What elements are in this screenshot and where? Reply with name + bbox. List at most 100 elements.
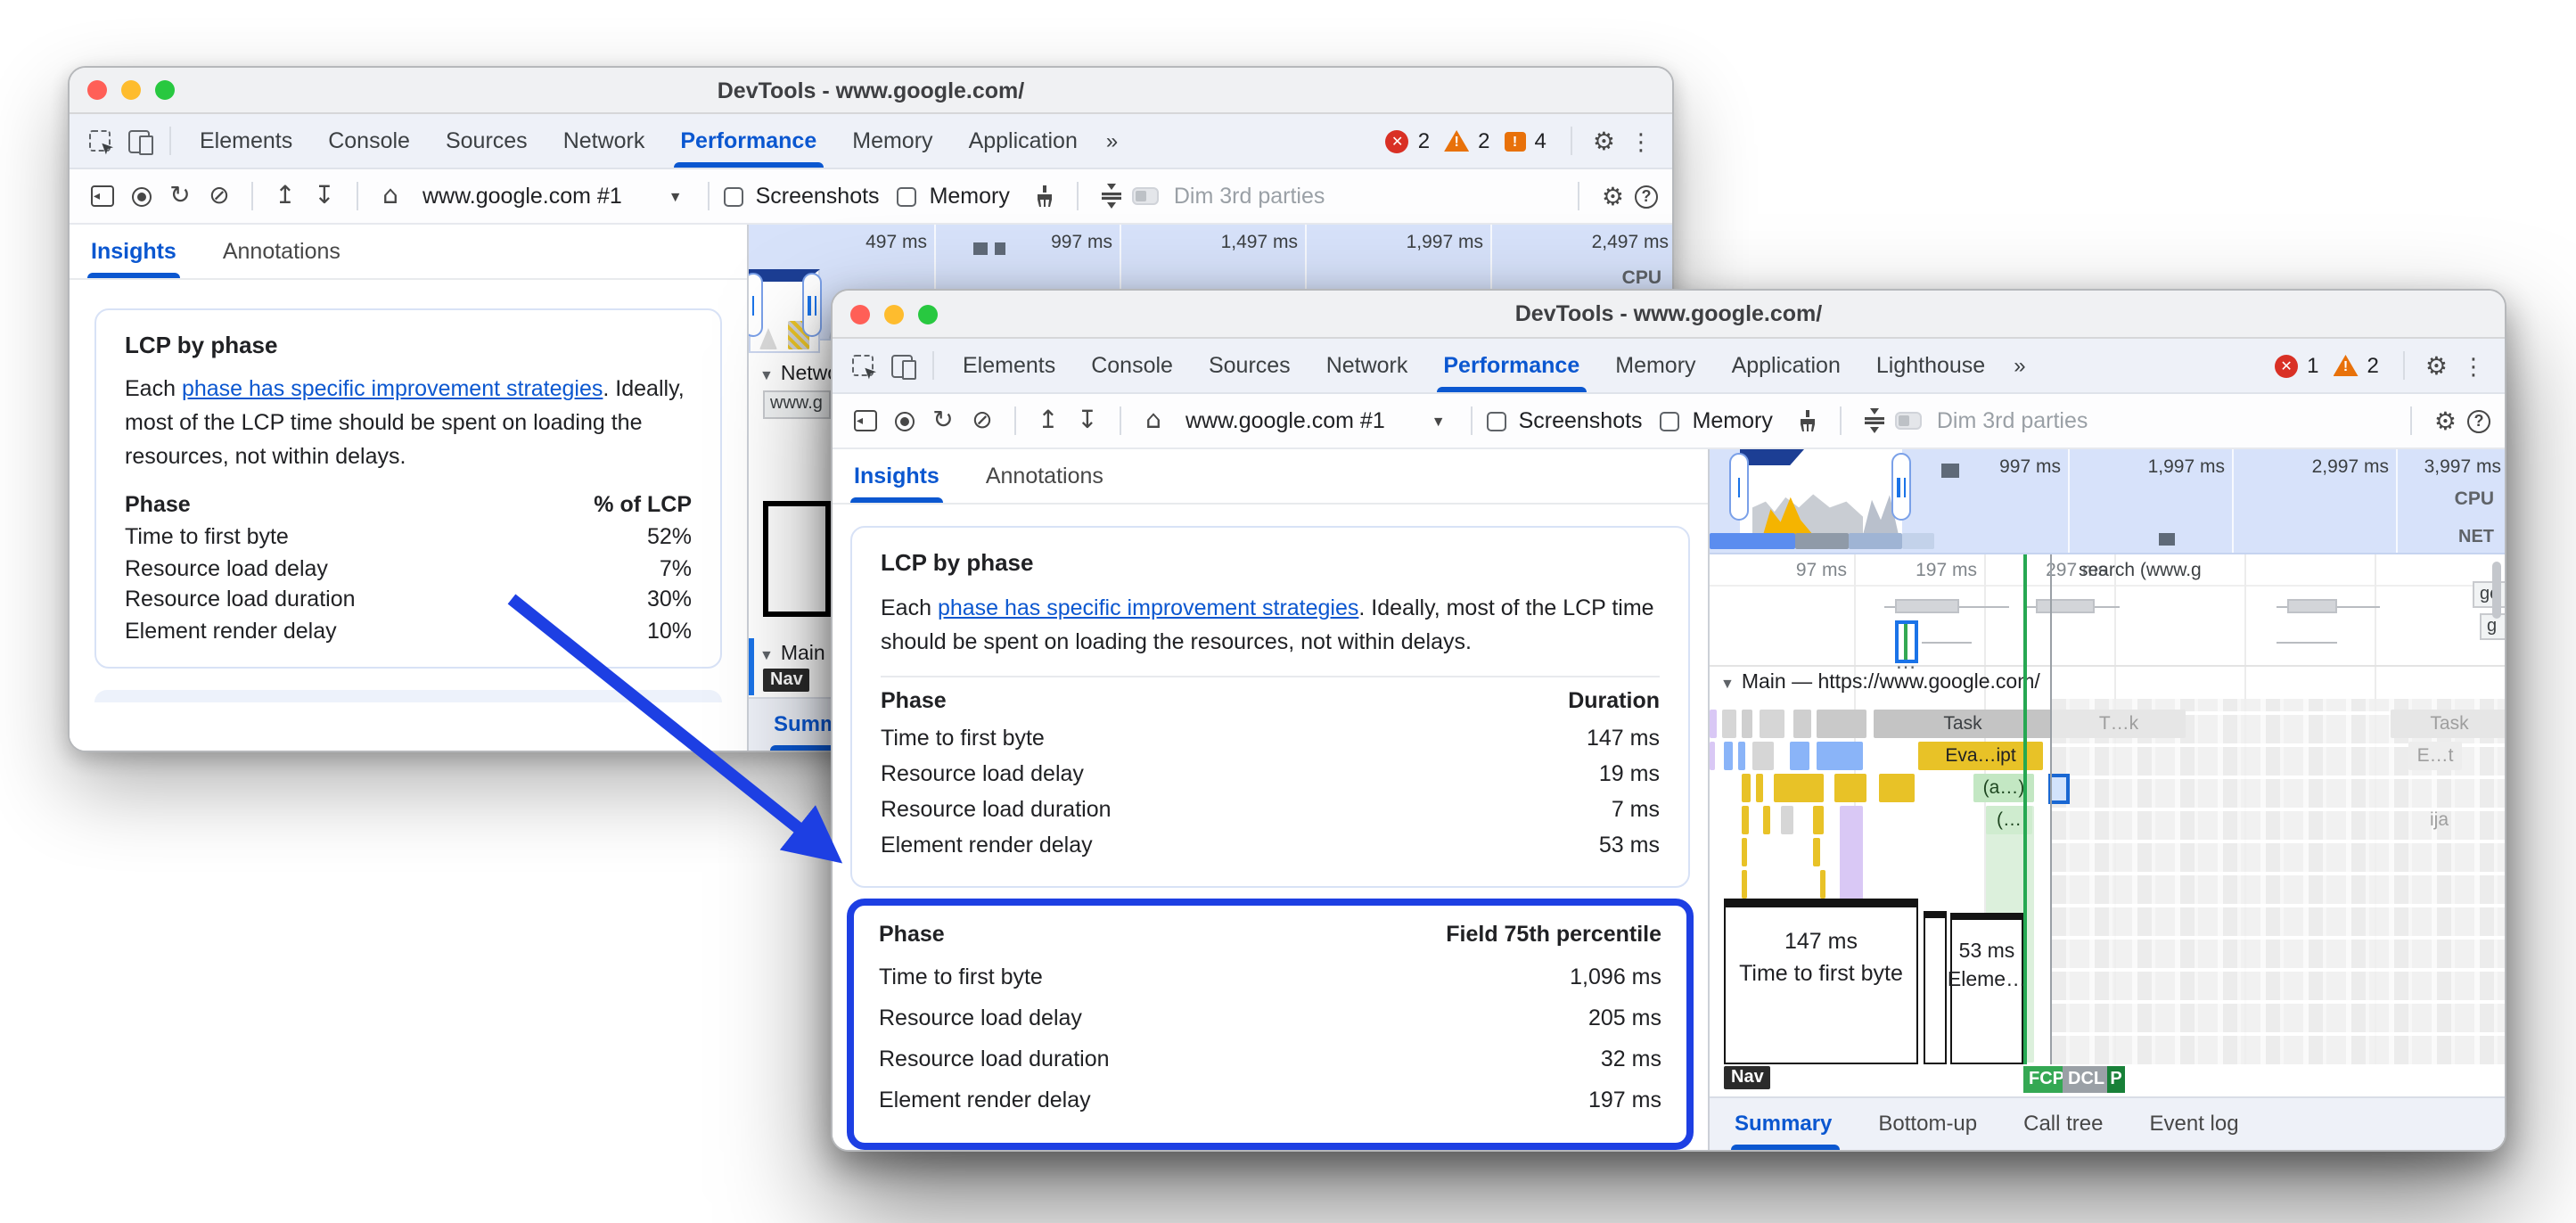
network-request[interactable]: www.g xyxy=(763,390,831,419)
tab-console[interactable]: Console xyxy=(310,114,428,168)
inspect-icon[interactable] xyxy=(843,346,882,385)
warning-icon[interactable]: ! xyxy=(2334,355,2359,376)
tab-insights[interactable]: Insights xyxy=(91,239,176,278)
minimize-button[interactable] xyxy=(121,80,141,100)
network-track-header[interactable]: ▼Netwo xyxy=(759,364,839,385)
garbage-collect-icon[interactable] xyxy=(1028,178,1063,214)
tab-sources[interactable]: Sources xyxy=(1191,339,1309,392)
scrollbar-thumb[interactable] xyxy=(2492,562,2501,619)
device-toolbar-icon[interactable] xyxy=(882,346,922,385)
tab-insights[interactable]: Insights xyxy=(854,464,939,503)
settings-gear-icon[interactable]: ⚙ xyxy=(1593,128,1615,153)
settings-gear-icon[interactable]: ⚙ xyxy=(2425,353,2448,378)
tab-lighthouse[interactable]: Lighthouse xyxy=(1858,339,2003,392)
minimap-right-handle[interactable] xyxy=(1891,453,1911,521)
tab-network[interactable]: Network xyxy=(546,114,663,168)
network-request[interactable]: g xyxy=(2480,613,2505,640)
clear-icon[interactable]: ⊘ xyxy=(964,403,1000,439)
download-profile-icon[interactable]: ↧ xyxy=(307,178,342,214)
help-icon[interactable]: ? xyxy=(2467,409,2490,432)
zoom-button[interactable] xyxy=(155,80,175,100)
tab-console[interactable]: Console xyxy=(1073,339,1191,392)
flame-task-right[interactable]: Task xyxy=(2391,710,2505,738)
upload-profile-icon[interactable]: ↥ xyxy=(1030,403,1066,439)
memory-label[interactable]: Memory xyxy=(930,184,1010,209)
reload-record-icon[interactable]: ↻ xyxy=(925,403,961,439)
flame-task-truncated[interactable]: T…k xyxy=(2052,710,2186,738)
tab-elements[interactable]: Elements xyxy=(945,339,1073,392)
collapse-tracks-icon[interactable] xyxy=(1857,403,1892,439)
tab-memory[interactable]: Memory xyxy=(834,114,950,168)
kebab-menu-icon[interactable]: ⋮ xyxy=(2457,354,2490,377)
capture-settings-gear-icon[interactable]: ⚙ xyxy=(1602,184,1624,209)
memory-label[interactable]: Memory xyxy=(1693,408,1773,433)
tab-memory[interactable]: Memory xyxy=(1597,339,1713,392)
minimap-left-handle[interactable] xyxy=(749,273,763,337)
capture-settings-gear-icon[interactable]: ⚙ xyxy=(2434,408,2457,433)
tab-application[interactable]: Application xyxy=(1714,339,1858,392)
tab-summary[interactable]: Summary xyxy=(1731,1111,1850,1150)
tab-elements[interactable]: Elements xyxy=(182,114,310,168)
warning-icon[interactable]: ! xyxy=(1444,130,1469,152)
improvement-strategies-link[interactable]: phase has specific improvement strategie… xyxy=(938,595,1358,620)
clear-icon[interactable]: ⊘ xyxy=(201,178,237,214)
download-profile-icon[interactable]: ↧ xyxy=(1070,403,1105,439)
tab-annotations[interactable]: Annotations xyxy=(223,239,340,278)
history-select[interactable]: www.google.com #1 ▼ xyxy=(412,184,693,209)
tab-call-tree[interactable]: Call tree xyxy=(2020,1111,2121,1150)
minimize-button[interactable] xyxy=(884,304,904,324)
minimap-left-handle[interactable] xyxy=(1729,453,1749,521)
request-bar[interactable] xyxy=(1895,599,1959,613)
tab-performance[interactable]: Performance xyxy=(662,114,834,168)
help-icon[interactable]: ? xyxy=(1635,185,1658,208)
screenshots-checkbox[interactable] xyxy=(1487,411,1506,431)
request-bar[interactable] xyxy=(2036,599,2095,613)
issues-icon[interactable]: ! xyxy=(1505,131,1526,151)
tab-bottom-up[interactable]: Bottom-up xyxy=(1875,1111,1995,1150)
record-icon[interactable] xyxy=(886,403,922,439)
home-icon[interactable]: ⌂ xyxy=(1136,403,1171,439)
device-toolbar-icon[interactable] xyxy=(119,121,159,160)
toggle-sidebar-icon[interactable] xyxy=(847,403,882,439)
close-button[interactable] xyxy=(87,80,107,100)
tab-network[interactable]: Network xyxy=(1309,339,1426,392)
titlebar[interactable]: DevTools - www.google.com/ xyxy=(70,68,1672,114)
tab-event-log[interactable]: Event log xyxy=(2146,1111,2257,1150)
garbage-collect-icon[interactable] xyxy=(1791,403,1826,439)
upload-profile-icon[interactable]: ↥ xyxy=(267,178,303,214)
toggle-sidebar-icon[interactable] xyxy=(84,178,119,214)
tab-annotations[interactable]: Annotations xyxy=(986,464,1103,503)
history-select[interactable]: www.google.com #1 ▼ xyxy=(1175,408,1456,433)
titlebar[interactable]: DevTools - www.google.com/ xyxy=(833,291,2505,339)
kebab-menu-icon[interactable]: ⋮ xyxy=(1624,129,1658,152)
collapse-tracks-icon[interactable] xyxy=(1094,178,1129,214)
selected-request-box[interactable] xyxy=(1895,620,1918,663)
memory-checkbox[interactable] xyxy=(898,186,917,206)
tab-sources[interactable]: Sources xyxy=(428,114,546,168)
error-icon[interactable]: ✕ xyxy=(2275,354,2298,377)
home-icon[interactable]: ⌂ xyxy=(373,178,408,214)
more-tabs-icon[interactable]: » xyxy=(1095,128,1128,153)
flame-sliver xyxy=(1817,710,1866,738)
screenshots-checkbox[interactable] xyxy=(724,186,743,206)
reload-record-icon[interactable]: ↻ xyxy=(162,178,198,214)
more-tabs-icon[interactable]: » xyxy=(2003,353,2036,378)
minimap-right-handle[interactable] xyxy=(802,273,822,337)
memory-checkbox[interactable] xyxy=(1661,411,1680,431)
inspect-icon[interactable] xyxy=(80,121,119,160)
improvement-strategies-link[interactable]: phase has specific improvement strategie… xyxy=(182,376,603,401)
dim-third-parties-toggle[interactable] xyxy=(1133,187,1160,205)
zoom-button[interactable] xyxy=(918,304,938,324)
timeline-minimap[interactable]: 997 ms 1,997 ms 2,997 ms 3,997 ms CPU NE… xyxy=(1710,449,2505,554)
flame-e-truncated[interactable]: E…t xyxy=(2408,742,2462,770)
main-track-header[interactable]: ▼Main — https://www.google.com/ xyxy=(1720,672,2040,694)
tab-performance[interactable]: Performance xyxy=(1425,339,1597,392)
record-icon[interactable] xyxy=(123,178,159,214)
request-bar[interactable] xyxy=(2287,599,2337,613)
close-button[interactable] xyxy=(850,304,870,324)
screenshots-label[interactable]: Screenshots xyxy=(1519,408,1643,433)
error-icon[interactable]: ✕ xyxy=(1386,129,1409,152)
dim-third-parties-toggle[interactable] xyxy=(1896,412,1923,430)
tab-application[interactable]: Application xyxy=(951,114,1095,168)
screenshots-label[interactable]: Screenshots xyxy=(756,184,880,209)
